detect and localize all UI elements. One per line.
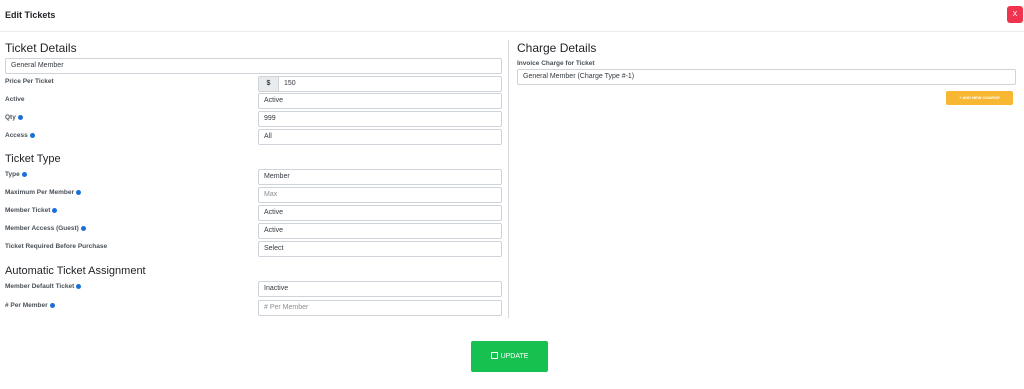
qty-label: Qty	[5, 114, 23, 121]
active-label: Active	[5, 96, 25, 103]
ticket-required-select[interactable]: Select	[258, 241, 502, 257]
info-icon[interactable]	[17, 114, 23, 120]
member-access-guest-label: Member Access (Guest)	[5, 225, 86, 232]
info-icon[interactable]	[29, 132, 35, 138]
auto-assignment-title: Automatic Ticket Assignment	[5, 265, 146, 277]
access-select[interactable]: All	[258, 129, 502, 145]
per-member-label: # Per Member	[5, 302, 55, 309]
info-icon[interactable]	[52, 207, 58, 213]
invoice-charge-select[interactable]: General Member (Charge Type #-1)	[517, 69, 1016, 85]
modal-header: Edit Tickets X	[0, 0, 1024, 32]
info-icon[interactable]	[76, 189, 81, 195]
modal-title: Edit Tickets	[5, 10, 56, 20]
max-per-member-label: Maximum Per Member	[5, 189, 81, 196]
price-input[interactable]: 150	[278, 76, 502, 92]
access-label: Access	[5, 132, 35, 139]
charge-details-title: Charge Details	[517, 41, 597, 55]
close-button[interactable]: X	[1007, 6, 1023, 23]
member-ticket-label: Member Ticket	[5, 207, 58, 214]
member-default-ticket-label: Member Default Ticket	[5, 283, 82, 290]
update-label: UPDATE	[500, 353, 529, 360]
info-icon[interactable]	[21, 171, 27, 177]
column-divider	[508, 40, 509, 318]
qty-input[interactable]: 999	[258, 111, 502, 127]
price-label: Price Per Ticket	[5, 78, 54, 85]
max-per-member-input[interactable]: Max	[258, 187, 502, 203]
update-button[interactable]: UPDATE	[471, 341, 548, 372]
member-default-ticket-select[interactable]: Inactive	[258, 281, 502, 297]
save-icon	[490, 352, 498, 359]
type-select[interactable]: Member	[258, 169, 502, 185]
info-icon[interactable]	[49, 302, 55, 308]
ticket-name-input[interactable]: General Member	[5, 58, 502, 74]
currency-addon: $	[258, 76, 279, 92]
active-select[interactable]: Active	[258, 93, 502, 109]
ticket-type-title: Ticket Type	[5, 153, 61, 165]
ticket-required-label: Ticket Required Before Purchase	[5, 243, 108, 250]
per-member-input[interactable]: # Per Member	[258, 300, 502, 316]
invoice-charge-label: Invoice Charge for Ticket	[517, 60, 595, 67]
type-label: Type	[5, 171, 27, 178]
add-new-charge-button[interactable]: + ADD NEW CHARGE	[946, 91, 1013, 105]
member-access-guest-select[interactable]: Active	[258, 223, 502, 239]
ticket-details-title: Ticket Details	[5, 41, 77, 55]
info-icon[interactable]	[76, 283, 82, 289]
info-icon[interactable]	[80, 225, 86, 231]
member-ticket-select[interactable]: Active	[258, 205, 502, 221]
